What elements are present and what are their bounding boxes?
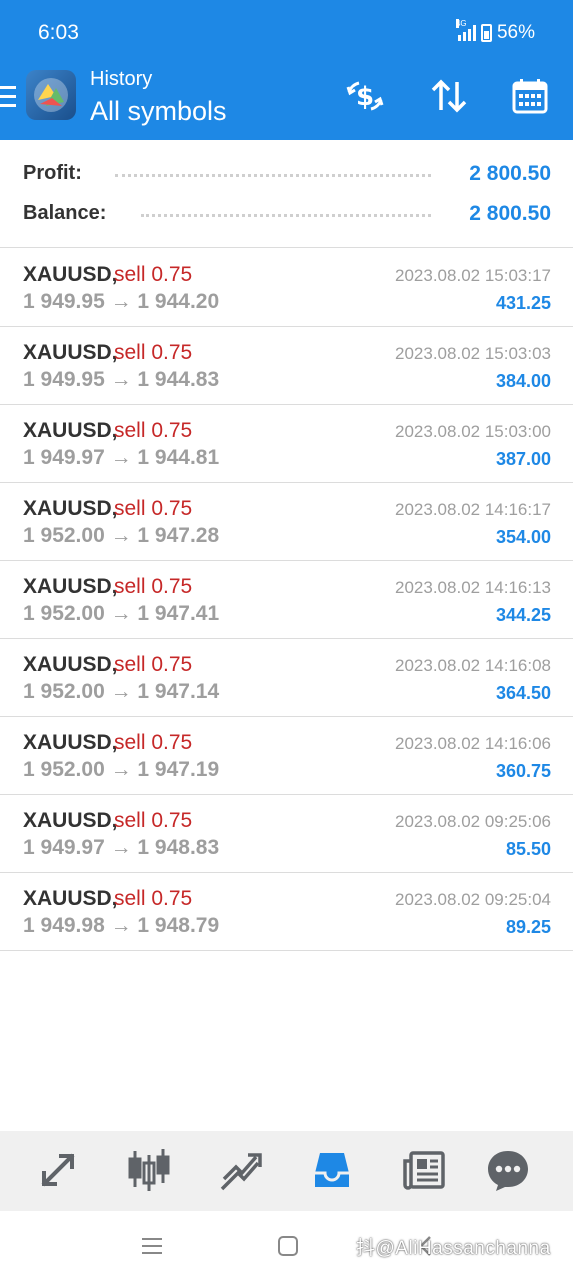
balance-label: Balance:: [23, 202, 107, 225]
deal-time: 2023.08.02 09:25:06: [395, 812, 551, 831]
deal-time: 2023.08.02 15:03:00: [395, 422, 551, 441]
watermark-text: 抖@AliHassanchanna: [356, 1238, 551, 1259]
profit-label: Profit:: [23, 162, 82, 185]
deal-prices: 1 952.00 → 1 947.41: [23, 602, 220, 625]
menu-icon[interactable]: [0, 86, 16, 108]
deal-prices: 1 949.97 → 1 944.81: [23, 446, 220, 469]
deal-profit: 431.25: [495, 293, 551, 313]
list-item[interactable]: XAUUSD, sell 0.75 1 952.00 → 1 947.19 20…: [0, 717, 573, 795]
list-item[interactable]: XAUUSD, sell 0.75 1 949.95 → 1 944.83 20…: [0, 327, 573, 405]
balance-value: 2 800.50: [469, 202, 551, 225]
balance-dots: [141, 214, 431, 217]
calendar-icon[interactable]: [510, 76, 550, 116]
deal-time: 2023.08.02 14:16:08: [395, 656, 551, 675]
deal-profit: 89.25: [505, 917, 551, 937]
deal-side: sell 0.75: [114, 653, 193, 676]
deal-symbol: XAUUSD,: [23, 263, 118, 286]
sort-arrows-icon[interactable]: [429, 76, 469, 116]
signal-icon: 4G: [455, 19, 476, 41]
deal-side: sell 0.75: [114, 575, 193, 598]
deal-time: 2023.08.02 15:03:17: [395, 266, 551, 285]
deal-profit: 360.75: [495, 761, 551, 781]
deal-side: sell 0.75: [114, 731, 193, 754]
network-type: 4G: [455, 19, 467, 28]
deal-time: 2023.08.02 14:16:13: [395, 578, 551, 597]
deal-side: sell 0.75: [114, 887, 193, 910]
app-subtitle: History: [90, 68, 153, 90]
deals-list: XAUUSD, sell 0.75 1 949.95 → 1 944.20 20…: [0, 249, 573, 951]
history-icon[interactable]: [307, 1145, 357, 1195]
list-item[interactable]: XAUUSD, sell 0.75 1 949.95 → 1 944.20 20…: [0, 249, 573, 327]
deal-symbol: XAUUSD,: [23, 575, 118, 598]
deal-prices: 1 949.95 → 1 944.20: [23, 290, 220, 313]
deal-time: 2023.08.02 14:16:06: [395, 734, 551, 753]
messages-icon[interactable]: [483, 1145, 533, 1195]
chart-icon[interactable]: [124, 1145, 174, 1195]
deal-symbol: XAUUSD,: [23, 341, 118, 364]
deal-profit: 387.00: [495, 449, 551, 469]
list-item[interactable]: XAUUSD, sell 0.75 1 952.00 → 1 947.28 20…: [0, 483, 573, 561]
deal-profit: 364.50: [495, 683, 551, 703]
list-item[interactable]: XAUUSD, sell 0.75 1 949.98 → 1 948.79 20…: [0, 873, 573, 951]
deal-side: sell 0.75: [114, 809, 193, 832]
deal-symbol: XAUUSD,: [23, 887, 118, 910]
account-summary: Profit: 2 800.50 Balance: 2 800.50: [0, 140, 573, 248]
bottom-nav: [0, 1131, 573, 1211]
status-time: 6:03: [38, 21, 79, 44]
list-item[interactable]: XAUUSD, sell 0.75 1 952.00 → 1 947.41 20…: [0, 561, 573, 639]
profit-row: Profit: 2 800.50: [23, 162, 551, 186]
deal-profit: 344.25: [495, 605, 551, 625]
deal-profit: 354.00: [495, 527, 551, 547]
status-indicators: 4G 56%: [455, 19, 535, 44]
deal-side: sell 0.75: [114, 419, 193, 442]
home-icon[interactable]: [273, 1231, 303, 1261]
deal-side: sell 0.75: [114, 263, 193, 286]
deal-symbol: XAUUSD,: [23, 731, 118, 754]
deal-side: sell 0.75: [114, 341, 193, 364]
system-nav-bar: 抖@AliHassanchanna: [0, 1211, 573, 1280]
deal-symbol: XAUUSD,: [23, 809, 118, 832]
deal-symbol: XAUUSD,: [23, 497, 118, 520]
battery-level: 56%: [496, 22, 535, 43]
profit-value: 2 800.50: [469, 162, 551, 185]
profit-dots: [115, 174, 431, 177]
metatrader-logo[interactable]: [26, 70, 76, 120]
deal-profit: 85.50: [505, 839, 551, 859]
deal-prices: 1 952.00 → 1 947.28: [23, 524, 220, 547]
news-icon[interactable]: [399, 1145, 449, 1195]
list-item[interactable]: XAUUSD, sell 0.75 1 952.00 → 1 947.14 20…: [0, 639, 573, 717]
list-item[interactable]: XAUUSD, sell 0.75 1 949.97 → 1 944.81 20…: [0, 405, 573, 483]
deal-prices: 1 949.97 → 1 948.83: [23, 836, 220, 859]
battery-icon: [480, 24, 492, 42]
quotes-icon[interactable]: [33, 1145, 83, 1195]
deal-prices: 1 952.00 → 1 947.19: [23, 758, 220, 781]
deal-symbol: XAUUSD,: [23, 653, 118, 676]
deal-side: sell 0.75: [114, 497, 193, 520]
deal-prices: 1 952.00 → 1 947.14: [23, 680, 220, 703]
app-bar: History All symbols $: [0, 60, 573, 140]
deal-time: 2023.08.02 09:25:04: [395, 890, 551, 909]
trade-icon[interactable]: [216, 1145, 266, 1195]
deal-time: 2023.08.02 14:16:17: [395, 500, 551, 519]
status-bar: 6:03 4G 56%: [0, 0, 573, 60]
deal-profit: 384.00: [495, 371, 551, 391]
list-item[interactable]: XAUUSD, sell 0.75 1 949.97 → 1 948.83 20…: [0, 795, 573, 873]
balance-row: Balance: 2 800.50: [23, 202, 551, 226]
deal-prices: 1 949.98 → 1 948.79: [23, 914, 220, 937]
app-title[interactable]: All symbols: [90, 96, 227, 127]
recent-apps-icon[interactable]: [137, 1231, 167, 1261]
deal-time: 2023.08.02 15:03:03: [395, 344, 551, 363]
deal-symbol: XAUUSD,: [23, 419, 118, 442]
dollar-swap-icon[interactable]: $: [345, 76, 385, 116]
deal-prices: 1 949.95 → 1 944.83: [23, 368, 220, 391]
